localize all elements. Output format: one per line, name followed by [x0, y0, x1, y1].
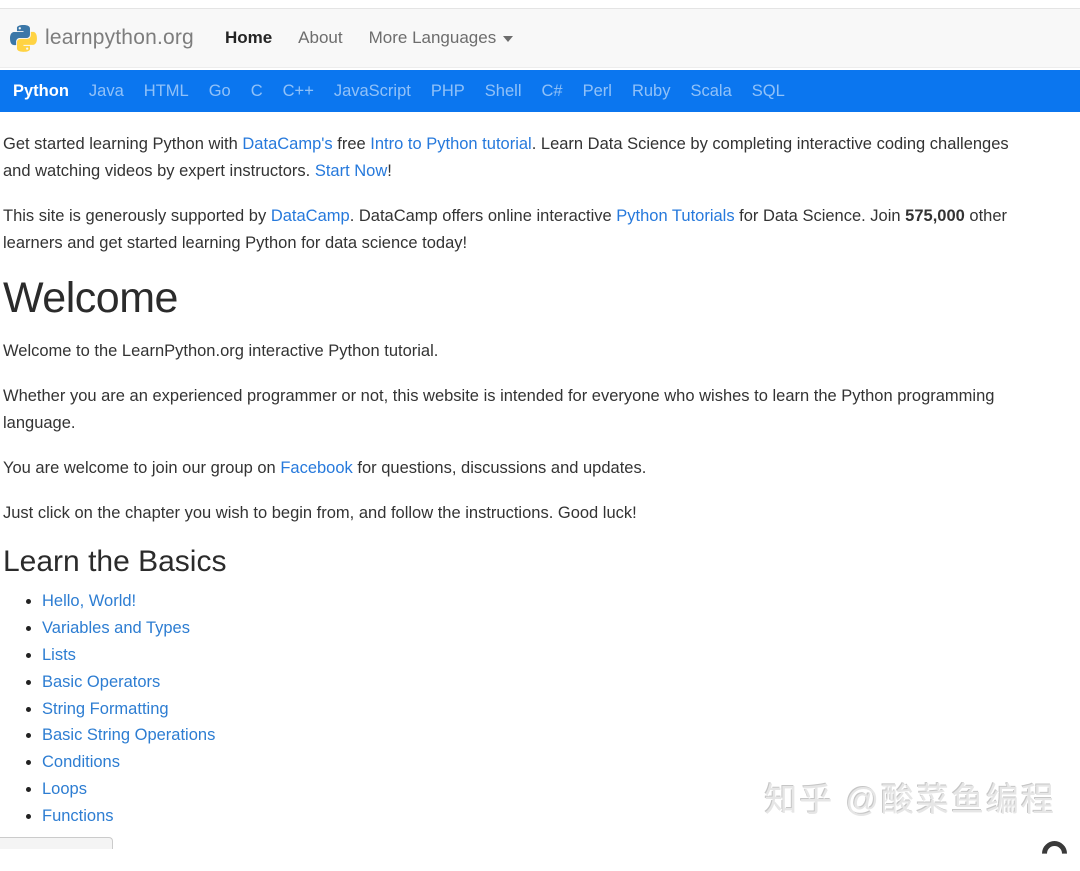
language-nav-item-c-[interactable]: C++ — [273, 82, 324, 101]
text-segment: This site is generously supported by — [3, 207, 271, 225]
text-segment: for Data Science. Join — [735, 207, 906, 225]
language-nav: PythonJavaHTMLGoCC++JavaScriptPHPShellC#… — [0, 70, 1080, 112]
chapter-link-variables-and-types[interactable]: Variables and Types — [42, 619, 190, 637]
chapter-link-basic-string-operations[interactable]: Basic String Operations — [42, 726, 215, 744]
chapter-link-hello-world[interactable]: Hello, World! — [42, 592, 136, 610]
text-segment: ! — [387, 162, 392, 180]
language-nav-item-php[interactable]: PHP — [421, 82, 475, 101]
list-item: Basic Operators — [42, 669, 1010, 696]
facebook-paragraph: You are welcome to join our group on Fac… — [3, 455, 1010, 482]
python-logo-icon — [10, 25, 37, 52]
chapter-link-basic-operators[interactable]: Basic Operators — [42, 673, 160, 691]
page-title: Welcome — [3, 275, 1010, 321]
intro-to-python-tutorial-link[interactable]: Intro to Python tutorial — [370, 135, 531, 153]
list-item: String Formatting — [42, 696, 1010, 723]
nav-item-about-label: About — [298, 28, 342, 48]
list-item: Lists — [42, 642, 1010, 669]
text-segment: . DataCamp offers online interactive — [350, 207, 617, 225]
text-segment: free — [333, 135, 371, 153]
partial-corner-glyph — [1037, 836, 1072, 871]
learner-count: 575,000 — [905, 207, 965, 225]
list-item: Conditions — [42, 749, 1010, 776]
text-segment: Get started learning Python with — [3, 135, 242, 153]
list-item: Hello, World! — [42, 588, 1010, 615]
language-nav-item-perl[interactable]: Perl — [573, 82, 622, 101]
language-nav-item-scala[interactable]: Scala — [680, 82, 741, 101]
brand-name: learnpython.org — [45, 26, 194, 50]
start-now-link[interactable]: Start Now — [315, 162, 387, 180]
language-nav-item-c-[interactable]: C# — [532, 82, 573, 101]
top-nav-links: Home About More Languages — [212, 28, 526, 48]
welcome-intro-paragraph: Welcome to the LearnPython.org interacti… — [3, 338, 1010, 365]
nav-item-home-label: Home — [225, 28, 272, 48]
language-nav-item-go[interactable]: Go — [199, 82, 241, 101]
chapter-link-functions[interactable]: Functions — [42, 807, 114, 825]
browser-status-bubble — [0, 837, 113, 849]
chapter-link-lists[interactable]: Lists — [42, 646, 76, 664]
datacamp-link[interactable]: DataCamp — [271, 207, 350, 225]
chapter-link-string-formatting[interactable]: String Formatting — [42, 700, 169, 718]
top-navbar: learnpython.org Home About More Language… — [0, 8, 1080, 68]
basics-section-title: Learn the Basics — [3, 545, 1010, 579]
text-segment: You are welcome to join our group on — [3, 459, 280, 477]
language-nav-item-html[interactable]: HTML — [134, 82, 199, 101]
language-nav-item-shell[interactable]: Shell — [475, 82, 532, 101]
language-nav-item-c[interactable]: C — [241, 82, 273, 101]
main-content: Get started learning Python with DataCam… — [0, 112, 1080, 830]
chevron-down-icon — [503, 36, 513, 42]
language-nav-item-python[interactable]: Python — [3, 82, 79, 101]
language-nav-item-ruby[interactable]: Ruby — [622, 82, 681, 101]
list-item: Loops — [42, 776, 1010, 803]
brand[interactable]: learnpython.org — [10, 25, 194, 52]
chapter-link-loops[interactable]: Loops — [42, 780, 87, 798]
basics-list: Hello, World! Variables and Types Lists Bas… — [3, 588, 1010, 829]
list-item: Variables and Types — [42, 615, 1010, 642]
python-tutorials-link[interactable]: Python Tutorials — [616, 207, 734, 225]
facebook-link[interactable]: Facebook — [280, 459, 352, 477]
list-item: Functions — [42, 803, 1010, 830]
list-item: Basic String Operations — [42, 722, 1010, 749]
nav-item-more-languages[interactable]: More Languages — [356, 28, 527, 48]
nav-item-more-languages-label: More Languages — [369, 28, 497, 48]
language-nav-item-java[interactable]: Java — [79, 82, 134, 101]
datacamps-link[interactable]: DataCamp's — [242, 135, 332, 153]
language-nav-item-sql[interactable]: SQL — [742, 82, 795, 101]
supported-by-paragraph: This site is generously supported by Dat… — [3, 203, 1010, 257]
audience-paragraph: Whether you are an experienced programme… — [3, 383, 1010, 437]
text-segment: for questions, discussions and updates. — [353, 459, 647, 477]
instructions-paragraph: Just click on the chapter you wish to be… — [3, 500, 1010, 527]
language-nav-item-javascript[interactable]: JavaScript — [324, 82, 421, 101]
nav-item-home[interactable]: Home — [212, 28, 285, 48]
nav-item-about[interactable]: About — [285, 28, 355, 48]
chapter-link-conditions[interactable]: Conditions — [42, 753, 120, 771]
datacamp-promo-paragraph: Get started learning Python with DataCam… — [3, 131, 1010, 185]
